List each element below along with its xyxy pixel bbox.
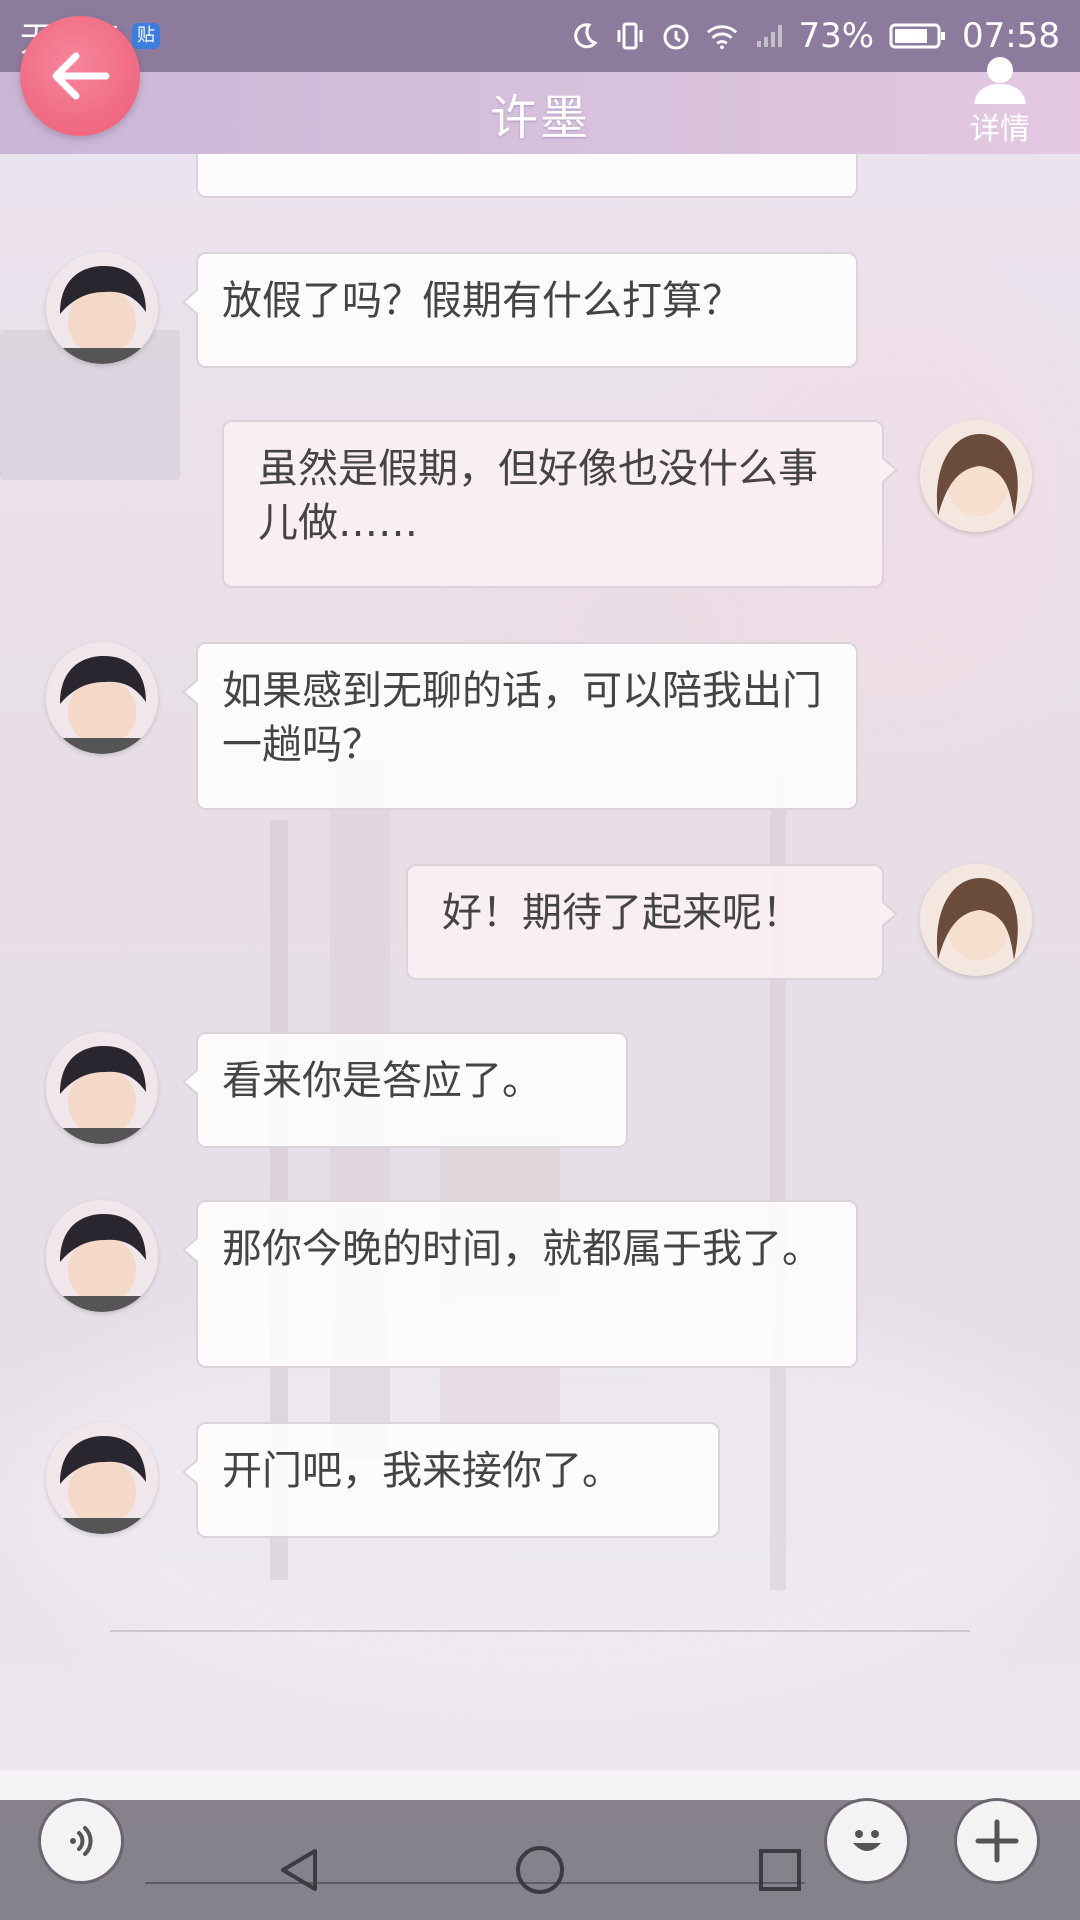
nav-recents-button[interactable] [750,1840,810,1900]
message-text: 看来你是答应了。 [222,1058,542,1104]
battery-icon [888,20,948,52]
nav-back-button[interactable] [270,1840,330,1900]
message-bubble: 虽然是假期，但好像也没什么事儿做…… [222,420,898,588]
alarm-icon [660,20,692,52]
message-text: 好！期待了起来呢！ [442,890,802,936]
message-bubble: 好！期待了起来呢！ [406,864,898,980]
plus-button[interactable] [954,1798,1040,1884]
emoji-icon [853,1830,881,1851]
voice-icon [70,1826,93,1856]
vibrate-icon [614,20,646,52]
tieba-badge: 贴 [132,23,160,49]
message-text: 那你今晚的时间，就都属于我了。 [222,1226,822,1272]
avatar-me[interactable] [920,864,1032,976]
message-text: 放假了吗？假期有什么打算？ [222,278,742,324]
plus-icon [975,1819,1019,1863]
message-bubble: 放假了吗？假期有什么打算？ [182,252,858,368]
battery-percent: 73% [798,16,875,56]
avatar-xumo[interactable] [46,1200,158,1312]
avatar-xumo[interactable] [46,252,158,364]
status-bar: 无服务 贴 73% 07:58 [0,0,1080,72]
signal-icon [752,20,784,52]
page-title: 许墨 [489,90,590,146]
wifi-icon [706,20,738,52]
back-triangle-icon [281,1849,317,1891]
input-area [0,1770,1080,1800]
message-bubble: 开门吧，我来接你了。 [182,1422,720,1538]
person-icon [974,57,1026,104]
avatar-xumo[interactable] [46,1422,158,1534]
message-bubble: 看来你是答应了。 [182,1032,628,1148]
details-label: 详情 [970,112,1030,147]
message-text: 虽然是假期，但好像也没什么事儿做…… [258,446,818,546]
message-bubble: 那你今晚的时间，就都属于我了。 [182,1200,858,1368]
message-text: 如果感到无聊的话，可以陪我出门一趟吗？ [222,668,822,768]
avatar-me[interactable] [920,420,1032,532]
divider [110,1630,970,1632]
avatar-xumo[interactable] [46,642,158,754]
emoji-button[interactable] [824,1798,910,1884]
nav-home-button[interactable] [510,1840,570,1900]
voice-button[interactable] [38,1798,124,1884]
home-circle-icon [516,1846,564,1894]
nav-divider [145,1882,805,1884]
details-button[interactable]: 详情 [960,48,1040,148]
message-text: 开门吧，我来接你了。 [222,1448,622,1494]
message-bubble: 如果感到无聊的话，可以陪我出门一趟吗？ [182,642,858,810]
moon-icon [568,20,600,52]
avatar-xumo[interactable] [46,1032,158,1144]
recents-square-icon [759,1849,801,1891]
